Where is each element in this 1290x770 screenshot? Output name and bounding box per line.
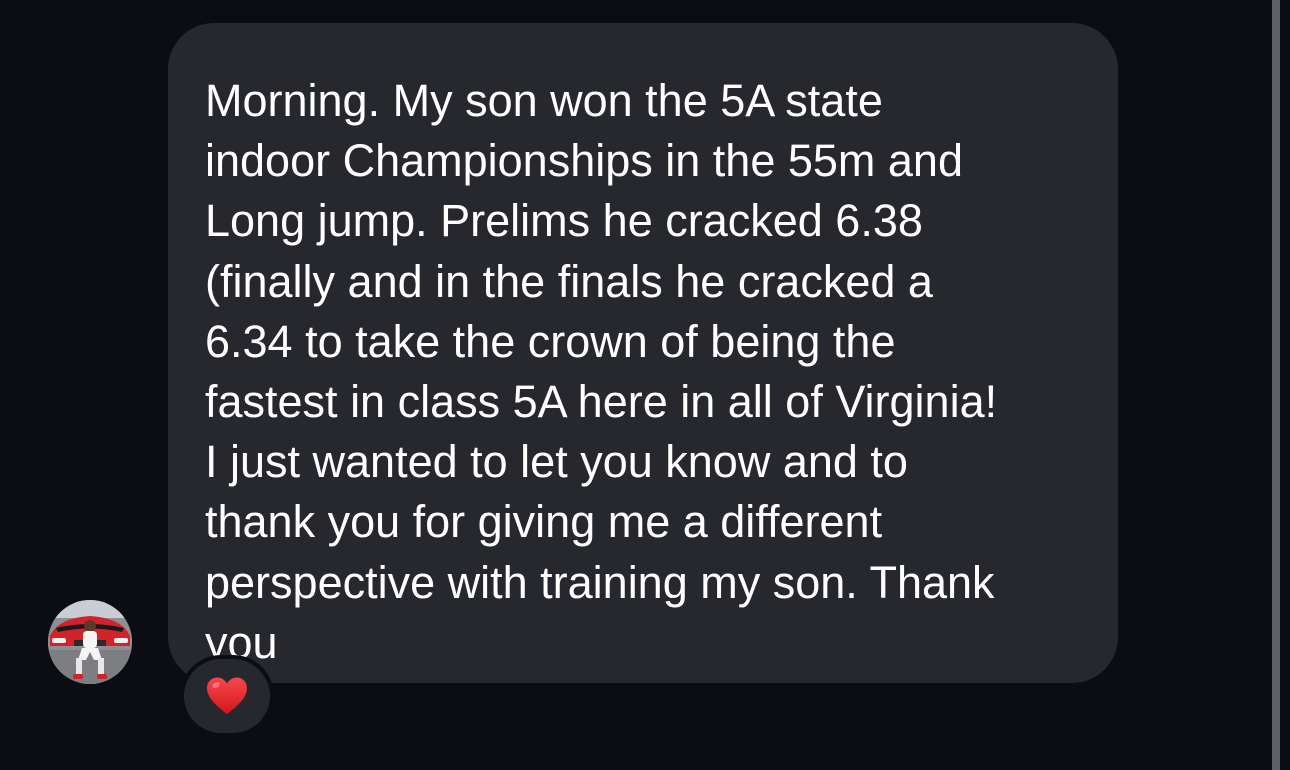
scrollbar-thumb[interactable] <box>1272 0 1280 770</box>
incoming-message-row: Morning. My son won the 5A state indoor … <box>0 0 1270 770</box>
reaction-button[interactable] <box>184 659 270 733</box>
sender-avatar[interactable] <box>48 600 132 684</box>
chat-screen: Morning. My son won the 5A state indoor … <box>0 0 1290 770</box>
message-text: Morning. My son won the 5A state indoor … <box>205 75 998 668</box>
scrollbar-track[interactable] <box>1272 0 1290 770</box>
reaction-badge <box>180 655 274 737</box>
red-heart-icon <box>207 677 247 714</box>
message-bubble[interactable]: Morning. My son won the 5A state indoor … <box>168 23 1118 683</box>
profile-photo-icon <box>48 600 132 684</box>
